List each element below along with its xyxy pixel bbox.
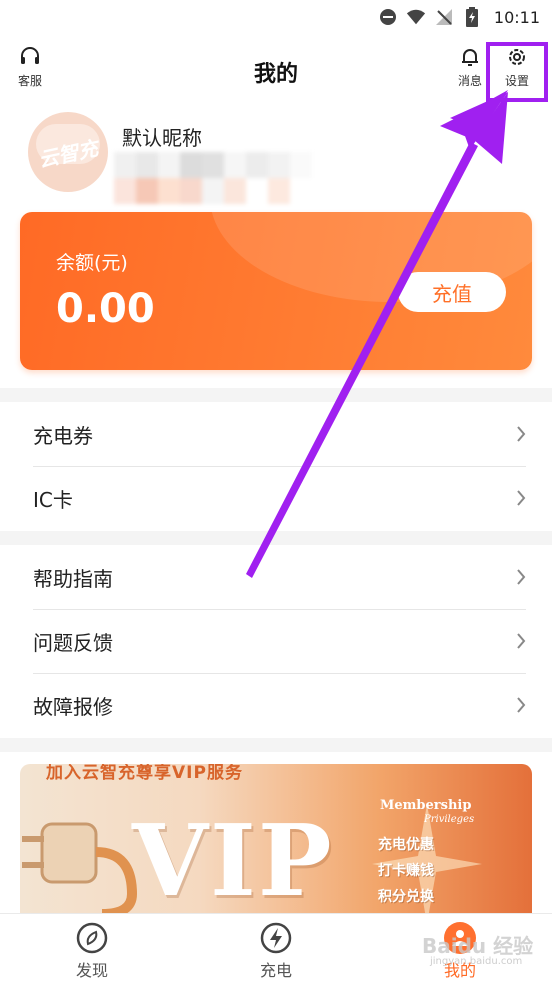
- chevron-right-icon: [517, 697, 526, 713]
- menu-item-label: IC卡: [33, 487, 73, 512]
- wifi-icon: [406, 7, 426, 27]
- chevron-right-icon: [517, 633, 526, 649]
- section-divider: [0, 388, 552, 402]
- battery-icon: [462, 7, 482, 27]
- blurred-user-id: [114, 152, 326, 204]
- message-button[interactable]: 消息: [458, 46, 482, 89]
- page-header: 客服 我的 消息 设置: [0, 34, 552, 106]
- settings-label: 设置: [505, 74, 530, 88]
- balance-label: 余额(元): [56, 252, 128, 274]
- menu-item-label: 帮助指南: [33, 566, 113, 591]
- gear-icon: [506, 46, 528, 72]
- status-time: 10:11: [493, 7, 540, 27]
- tab-charge[interactable]: 充电: [184, 914, 368, 983]
- user-profile[interactable]: 云智充 默认昵称: [28, 112, 528, 212]
- menu-item-label: 问题反馈: [33, 630, 113, 655]
- menu-item-label: 充电券: [33, 423, 93, 448]
- bell-icon: [459, 46, 481, 72]
- chevron-right-icon: [517, 426, 526, 442]
- vip-feature-list: 充电优惠 打卡赚钱 积分兑换: [378, 834, 434, 906]
- chevron-right-icon: [517, 490, 526, 506]
- avatar[interactable]: 云智充: [28, 112, 108, 192]
- section-divider: [0, 531, 552, 545]
- balance-value: 0.00: [56, 286, 155, 332]
- dnd-icon: [378, 7, 398, 27]
- menu-item-feedback[interactable]: 问题反馈: [0, 609, 552, 673]
- menu-group-wallet: 充电券 IC卡: [0, 402, 552, 530]
- bottom-tab-bar: 发现 充电 我的: [0, 913, 552, 983]
- menu-group-support: 帮助指南 问题反馈 故障报修: [0, 545, 552, 737]
- vip-feature: 积分兑换: [378, 889, 434, 905]
- vip-feature: 打卡赚钱: [378, 863, 434, 879]
- balance-card: 余额(元) 0.00 充值: [20, 212, 532, 370]
- vip-privileges-text: Privileges: [424, 814, 475, 825]
- menu-item-coupons[interactable]: 充电券: [0, 402, 552, 466]
- tab-label: 发现: [75, 961, 108, 980]
- vip-title: VIP: [132, 804, 334, 919]
- lightning-icon: [260, 922, 292, 954]
- compass-icon: [76, 922, 108, 954]
- menu-item-fault-report[interactable]: 故障报修: [0, 673, 552, 737]
- tab-label: 充电: [259, 961, 292, 980]
- status-bar: 10:11: [0, 0, 552, 34]
- tab-label: 我的: [443, 961, 476, 980]
- menu-item-ic-card[interactable]: IC卡: [0, 466, 552, 530]
- settings-button[interactable]: 设置: [505, 46, 529, 89]
- no-signal-icon: [434, 7, 454, 27]
- tab-discover[interactable]: 发现: [0, 914, 184, 983]
- chevron-right-icon: [517, 569, 526, 585]
- tab-mine[interactable]: 我的: [368, 914, 552, 983]
- section-divider: [0, 738, 552, 752]
- profile-icon: [444, 922, 476, 954]
- vip-banner[interactable]: 加入云智充尊享VIP服务 VIP Membership Privileges 充…: [20, 764, 532, 924]
- vip-feature: 充电优惠: [378, 837, 434, 853]
- vip-banner-headline: 加入云智充尊享VIP服务: [46, 764, 243, 783]
- menu-item-help-guide[interactable]: 帮助指南: [0, 545, 552, 609]
- recharge-button[interactable]: 充值: [398, 272, 506, 312]
- menu-item-label: 故障报修: [33, 694, 113, 719]
- message-label: 消息: [458, 74, 483, 88]
- vip-membership-text: Membership: [380, 798, 472, 813]
- user-nickname: 默认昵称: [122, 126, 202, 150]
